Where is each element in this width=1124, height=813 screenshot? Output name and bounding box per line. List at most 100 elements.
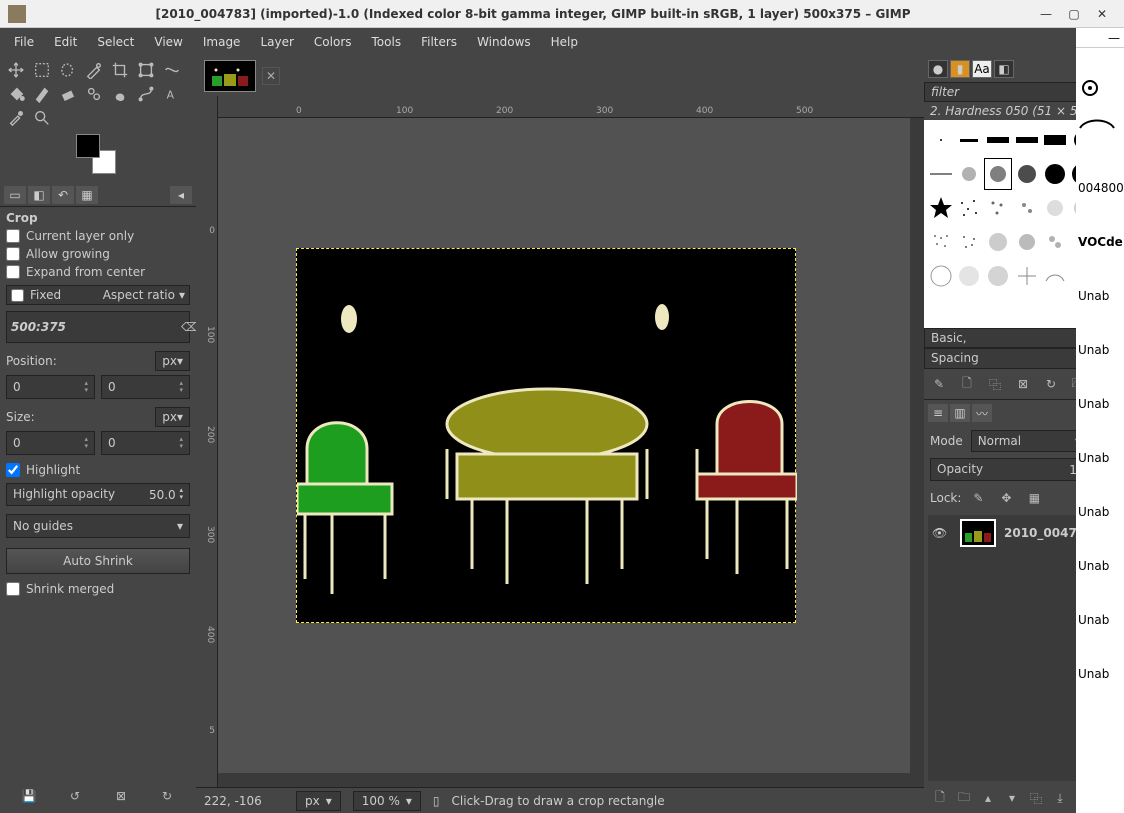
smudge-tool-icon[interactable] xyxy=(110,84,130,104)
fonts-tab-icon[interactable]: Aa xyxy=(972,60,992,78)
layer-name[interactable]: 2010_00478 xyxy=(1004,526,1085,540)
move-tool-icon[interactable] xyxy=(6,60,26,80)
spinner-arrows-icon[interactable]: ▴▾ xyxy=(84,380,88,394)
dropdown-icon[interactable]: ▾ xyxy=(177,519,183,533)
merge-down-icon[interactable]: ⤓ xyxy=(1049,787,1071,809)
menu-windows[interactable]: Windows xyxy=(467,31,541,53)
lock-position-icon[interactable]: ✥ xyxy=(995,487,1017,509)
duplicate-brush-icon[interactable]: ⿻ xyxy=(984,373,1006,395)
unit-select[interactable]: px xyxy=(305,794,320,808)
duplicate-layer-icon[interactable]: ⿻ xyxy=(1025,787,1047,809)
visibility-icon[interactable]: 👁 xyxy=(932,526,952,540)
pos-x-value[interactable]: 0 xyxy=(13,380,21,394)
dropdown-icon[interactable]: ▾ xyxy=(406,794,412,808)
zoom-select[interactable]: 100 % xyxy=(362,794,400,808)
fg-color[interactable] xyxy=(76,134,100,158)
tab-menu-icon[interactable]: ◂ xyxy=(170,186,192,204)
highlight-checkbox[interactable] xyxy=(6,463,20,477)
guides-select[interactable]: No guides xyxy=(13,519,73,533)
horizontal-ruler[interactable]: 0 100 200 300 400 500 xyxy=(218,96,924,118)
lock-pixels-icon[interactable]: ✎ xyxy=(967,487,989,509)
shrink-merged-checkbox[interactable] xyxy=(6,582,20,596)
tab-device-icon[interactable]: ◧ xyxy=(28,186,50,204)
crop-tool-icon[interactable] xyxy=(110,60,130,80)
size-h-value[interactable]: 0 xyxy=(108,436,116,450)
fuzzy-select-tool-icon[interactable] xyxy=(84,60,104,80)
brush-preset-select[interactable]: Basic, xyxy=(931,331,967,345)
patterns-tab-icon[interactable]: ▮ xyxy=(950,60,970,78)
eraser-tool-icon[interactable] xyxy=(58,84,78,104)
menu-tools[interactable]: Tools xyxy=(362,31,412,53)
spinner-arrows-icon[interactable]: ▴▾ xyxy=(179,380,183,394)
new-layer-icon[interactable]: 🗋 xyxy=(929,787,951,809)
transform-tool-icon[interactable] xyxy=(136,60,156,80)
zoom-tool-icon[interactable] xyxy=(32,108,52,128)
brushes-tab-icon[interactable]: ● xyxy=(928,60,948,78)
color-picker-tool-icon[interactable] xyxy=(6,108,26,128)
color-swatch[interactable] xyxy=(76,134,116,174)
size-unit[interactable]: px xyxy=(162,410,177,424)
free-select-tool-icon[interactable] xyxy=(58,60,78,80)
aspect-ratio-label[interactable]: Aspect ratio xyxy=(67,288,175,302)
expand-from-center-checkbox[interactable] xyxy=(6,265,20,279)
spinner-arrows-icon[interactable]: ▴▾ xyxy=(179,436,183,450)
spinner-arrows-icon[interactable]: ▴▾ xyxy=(84,436,88,450)
tab-tool-options-icon[interactable]: ▭ xyxy=(4,186,26,204)
mode-select[interactable]: Normal xyxy=(978,434,1021,448)
auto-shrink-button[interactable]: Auto Shrink xyxy=(6,548,190,574)
fixed-checkbox[interactable] xyxy=(11,289,24,302)
brush-filter-input[interactable]: filter xyxy=(931,85,959,99)
dropdown-icon[interactable]: ▾ xyxy=(179,288,185,302)
tab-undo-icon[interactable]: ↶ xyxy=(52,186,74,204)
menu-image[interactable]: Image xyxy=(193,31,251,53)
new-brush-icon[interactable]: 🗋 xyxy=(956,373,978,395)
rect-select-tool-icon[interactable] xyxy=(32,60,52,80)
text-tool-icon[interactable]: A xyxy=(162,84,182,104)
new-group-icon[interactable]: 🗀 xyxy=(953,787,975,809)
menu-edit[interactable]: Edit xyxy=(44,31,87,53)
minimize-button[interactable]: — xyxy=(1032,4,1060,24)
dropdown-icon[interactable]: ▾ xyxy=(177,354,183,368)
dropdown-icon[interactable]: ▾ xyxy=(326,794,332,808)
refresh-brush-icon[interactable]: ↻ xyxy=(1040,373,1062,395)
edit-brush-icon[interactable]: ✎ xyxy=(928,373,950,395)
path-tool-icon[interactable] xyxy=(136,84,156,104)
menu-file[interactable]: File xyxy=(4,31,44,53)
menu-colors[interactable]: Colors xyxy=(304,31,362,53)
lower-layer-icon[interactable]: ▾ xyxy=(1001,787,1023,809)
menu-help[interactable]: Help xyxy=(541,31,588,53)
bg-minimize-icon[interactable]: — xyxy=(1108,31,1120,45)
close-button[interactable]: ✕ xyxy=(1088,4,1116,24)
raise-layer-icon[interactable]: ▴ xyxy=(977,787,999,809)
maximize-button[interactable]: ▢ xyxy=(1060,4,1088,24)
channels-tab-icon[interactable]: ▥ xyxy=(950,404,970,422)
highlight-opacity-value[interactable]: 50.0 xyxy=(149,488,176,502)
menu-view[interactable]: View xyxy=(144,31,192,53)
bucket-tool-icon[interactable] xyxy=(6,84,26,104)
save-preset-icon[interactable]: 💾 xyxy=(18,785,40,807)
ratio-input[interactable] xyxy=(11,320,181,334)
warp-tool-icon[interactable] xyxy=(162,60,182,80)
menu-select[interactable]: Select xyxy=(87,31,144,53)
delete-icon[interactable]: ⊠ xyxy=(110,785,132,807)
size-w-value[interactable]: 0 xyxy=(13,436,21,450)
spinner-arrows-icon[interactable]: ▴▾ xyxy=(179,487,183,501)
paths-tab-icon[interactable]: 〰 xyxy=(972,404,992,422)
history-tab-icon[interactable]: ◧ xyxy=(994,60,1014,78)
canvas[interactable] xyxy=(218,118,924,787)
vertical-ruler[interactable]: 0 100 200 300 400 5 xyxy=(196,96,218,787)
vertical-scrollbar[interactable] xyxy=(910,118,924,787)
image-tab-thumb[interactable] xyxy=(204,60,256,92)
menu-filters[interactable]: Filters xyxy=(411,31,467,53)
restore-icon[interactable]: ↺ xyxy=(64,785,86,807)
clone-tool-icon[interactable] xyxy=(84,84,104,104)
current-layer-only-checkbox[interactable] xyxy=(6,229,20,243)
pos-y-value[interactable]: 0 xyxy=(108,380,116,394)
tab-images-icon[interactable]: ▦ xyxy=(76,186,98,204)
reset-icon[interactable]: ↻ xyxy=(156,785,178,807)
horizontal-scrollbar[interactable] xyxy=(218,773,910,787)
position-unit[interactable]: px xyxy=(162,354,177,368)
menu-layer[interactable]: Layer xyxy=(250,31,303,53)
layers-tab-icon[interactable]: ≡ xyxy=(928,404,948,422)
paintbrush-tool-icon[interactable] xyxy=(32,84,52,104)
